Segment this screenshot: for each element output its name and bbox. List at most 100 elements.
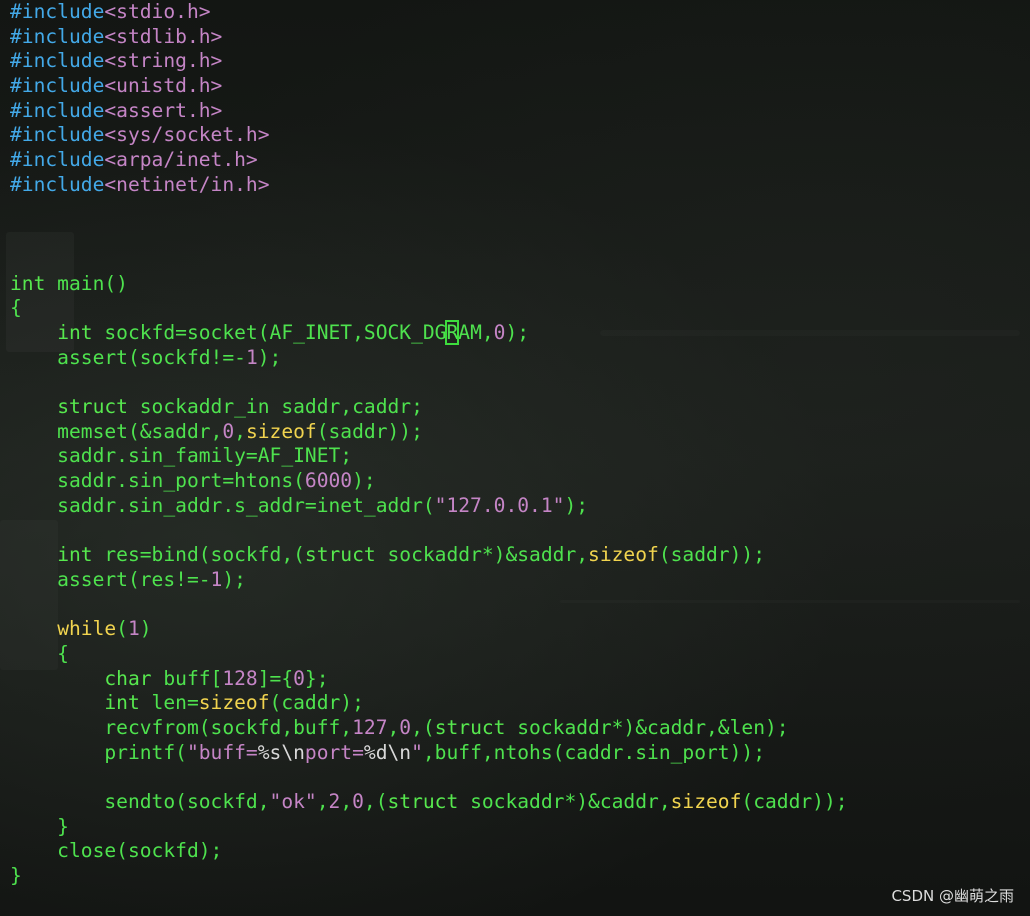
code-line[interactable]: { bbox=[10, 642, 848, 667]
code-token: #include bbox=[10, 123, 105, 147]
code-token: 0 bbox=[293, 666, 305, 690]
code-line[interactable] bbox=[10, 198, 848, 223]
code-line[interactable]: while(1) bbox=[10, 617, 848, 642]
code-line[interactable] bbox=[10, 765, 848, 790]
code-line[interactable]: saddr.sin_port=htons(6000); bbox=[10, 469, 848, 494]
code-token: , bbox=[316, 790, 329, 813]
code-token: , bbox=[340, 790, 353, 813]
terminal-window[interactable]: #include<stdio.h> #include<stdlib.h> #incl… bbox=[0, 0, 1030, 916]
code-line[interactable]: #include<assert.h> bbox=[10, 99, 848, 124]
code-token: buff[ bbox=[151, 666, 223, 690]
code-line[interactable]: int res=bind(sockfd,(struct sockaddr*)&s… bbox=[10, 543, 848, 568]
code-line[interactable]: saddr.sin_family=AF_INET; bbox=[10, 444, 848, 469]
code-token: ) bbox=[139, 617, 152, 641]
code-token: len= bbox=[139, 691, 199, 715]
code-editor[interactable]: #include<stdio.h> #include<stdlib.h> #incl… bbox=[10, 0, 848, 889]
code-line[interactable]: #include<arpa/inet.h> bbox=[10, 148, 848, 173]
code-token: #include bbox=[10, 24, 105, 48]
code-token: sockaddr*)&caddr, bbox=[458, 790, 671, 813]
code-token: sizeof bbox=[588, 543, 659, 567]
code-token: 0 bbox=[399, 715, 412, 739]
code-token: " bbox=[411, 740, 423, 764]
code-line[interactable]: assert(sockfd!=-1); bbox=[10, 346, 848, 371]
code-line[interactable]: } bbox=[10, 864, 848, 889]
code-line[interactable]: int main() bbox=[10, 272, 848, 297]
code-token: int bbox=[10, 271, 46, 295]
code-token: port= bbox=[304, 740, 364, 764]
code-line[interactable]: char buff[128]={0}; bbox=[10, 667, 848, 692]
code-token: (caddr); bbox=[269, 691, 364, 715]
code-line[interactable]: int sockfd=socket(AF_INET,SOCK_DGRAM,0); bbox=[10, 319, 848, 346]
code-line[interactable]: memset(&saddr,0,sizeof(saddr)); bbox=[10, 420, 848, 445]
code-token: ); bbox=[257, 345, 282, 369]
code-token: #include bbox=[10, 74, 105, 98]
code-token: ,( bbox=[411, 715, 435, 739]
code-line[interactable]: { bbox=[10, 296, 848, 321]
code-line[interactable] bbox=[10, 247, 848, 272]
code-token: AM, bbox=[458, 320, 494, 344]
code-token: sockaddr*)&saddr, bbox=[375, 543, 589, 567]
code-token: #include bbox=[10, 49, 105, 73]
code-token: } bbox=[10, 814, 69, 838]
code-token: char bbox=[104, 666, 152, 690]
code-token: ,buff,ntohs(caddr.sin_port)); bbox=[422, 740, 765, 764]
code-token: ); bbox=[222, 567, 246, 591]
code-token: struct bbox=[434, 715, 506, 739]
code-token: 1 bbox=[210, 567, 223, 591]
code-token: printf( bbox=[10, 740, 187, 764]
code-line[interactable]: #include<stdlib.h> bbox=[10, 25, 848, 50]
code-line[interactable]: int len=sizeof(caddr); bbox=[10, 691, 848, 716]
code-token: sizeof bbox=[198, 691, 270, 715]
code-token: saddr.sin_addr.s_addr=inet_addr( bbox=[10, 493, 435, 517]
code-token: sendto(sockfd, bbox=[10, 790, 270, 813]
code-line[interactable]: #include<stdio.h> bbox=[10, 0, 848, 25]
code-line[interactable]: } bbox=[10, 815, 848, 840]
code-line[interactable] bbox=[10, 370, 848, 395]
code-line[interactable]: #include<string.h> bbox=[10, 49, 848, 74]
code-line[interactable]: printf("buff=%s\nport=%d\n",buff,ntohs(c… bbox=[10, 741, 848, 766]
code-token: %s\n bbox=[257, 740, 305, 764]
code-line[interactable] bbox=[10, 593, 848, 618]
code-token: #include bbox=[10, 0, 105, 23]
code-token: 1 bbox=[127, 617, 140, 641]
code-line[interactable]: #include<netinet/in.h> bbox=[10, 173, 848, 198]
code-token: ( bbox=[116, 617, 128, 641]
code-line[interactable]: struct sockaddr_in saddr,caddr; bbox=[10, 395, 848, 420]
code-line[interactable]: close(sockfd); bbox=[10, 839, 848, 864]
code-token: <stdlib.h> bbox=[104, 24, 223, 48]
code-token: , bbox=[387, 715, 400, 739]
code-token: ,( bbox=[363, 790, 388, 813]
code-token: sizeof bbox=[245, 419, 317, 443]
code-line[interactable]: #include<sys/socket.h> bbox=[10, 123, 848, 148]
code-token: (saddr)); bbox=[316, 419, 423, 443]
code-line[interactable]: sendto(sockfd,"ok",2,0,(struct sockaddr*… bbox=[10, 790, 848, 815]
code-token: recvfrom(sockfd,buff, bbox=[10, 715, 353, 739]
code-token: memset(&saddr, bbox=[10, 419, 223, 443]
code-token: main() bbox=[45, 271, 128, 295]
code-token: (saddr)); bbox=[658, 543, 765, 567]
code-token: ); bbox=[352, 469, 376, 493]
code-token: { bbox=[10, 296, 22, 320]
code-token: (caddr)); bbox=[741, 790, 848, 813]
code-token: <unistd.h> bbox=[104, 74, 223, 98]
code-token: , bbox=[234, 419, 246, 443]
code-token: saddr.sin_family=AF_INET; bbox=[10, 444, 353, 468]
code-token: "ok" bbox=[269, 790, 317, 813]
code-token: #include bbox=[10, 148, 105, 172]
code-token: #include bbox=[10, 172, 105, 196]
code-line[interactable] bbox=[10, 518, 848, 543]
code-token: int bbox=[57, 320, 93, 344]
code-line[interactable] bbox=[10, 222, 848, 247]
code-line[interactable]: assert(res!=-1); bbox=[10, 568, 848, 593]
code-token: "127.0.0.1" bbox=[434, 493, 565, 517]
code-line[interactable]: #include<unistd.h> bbox=[10, 74, 848, 99]
code-token: %d\n bbox=[363, 740, 412, 764]
code-line[interactable]: saddr.sin_addr.s_addr=inet_addr("127.0.0… bbox=[10, 494, 848, 519]
code-token: struct bbox=[304, 543, 376, 567]
code-line[interactable]: recvfrom(sockfd,buff,127,0,(struct socka… bbox=[10, 716, 848, 741]
code-token: #include bbox=[10, 98, 105, 122]
code-token: while bbox=[57, 617, 117, 641]
